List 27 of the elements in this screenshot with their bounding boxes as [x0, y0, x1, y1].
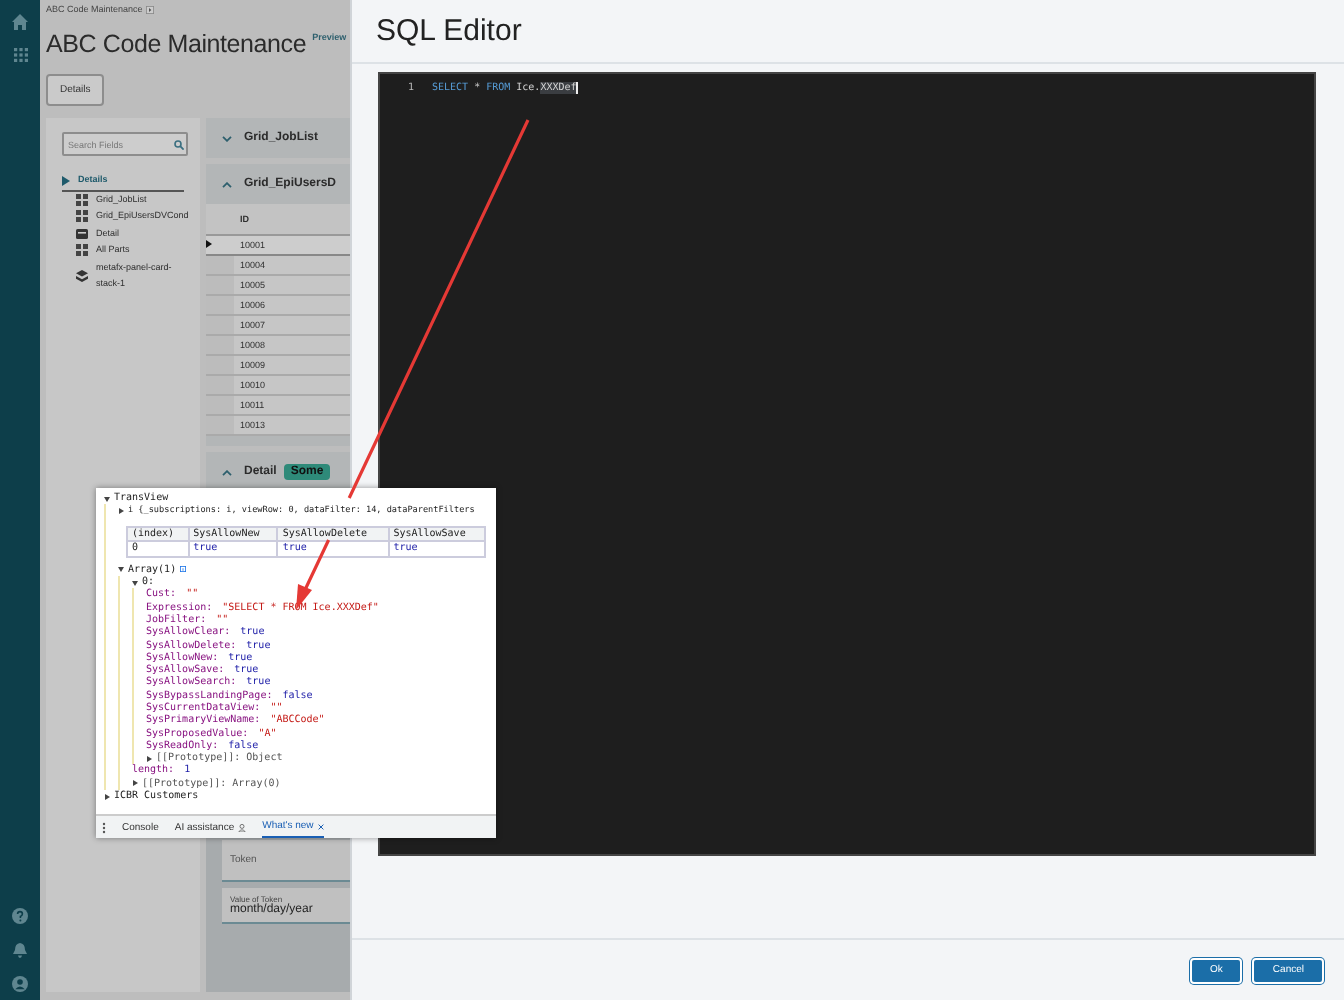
person-icon — [238, 823, 247, 831]
bell-icon[interactable] — [12, 942, 28, 958]
close-icon[interactable] — [317, 823, 324, 829]
grid-icon — [76, 193, 88, 206]
user-icon[interactable] — [12, 976, 28, 992]
collapsed-triangle-icon[interactable] — [118, 507, 124, 514]
expanded-triangle-icon[interactable] — [132, 579, 138, 586]
chevron-down-icon — [222, 135, 232, 141]
collapsed-triangle-icon[interactable] — [104, 793, 110, 800]
grid-icon — [76, 210, 88, 223]
row-pointer-icon — [206, 240, 212, 248]
home-icon[interactable] — [12, 14, 28, 30]
help-icon[interactable] — [12, 908, 28, 924]
page-title: ABC Code Maintenance — [46, 28, 307, 62]
collapsed-triangle-icon[interactable] — [146, 755, 152, 762]
grid-icon — [76, 244, 88, 257]
dialog-title: SQL Editor — [352, 0, 1344, 64]
expand-caret-icon — [62, 175, 70, 186]
stack-icon — [76, 270, 88, 282]
caret-icon[interactable] — [146, 5, 155, 13]
apps-grid-icon[interactable] — [13, 48, 27, 62]
chevron-up-icon — [222, 469, 232, 475]
collapsed-triangle-icon[interactable] — [132, 780, 138, 787]
expanded-triangle-icon[interactable] — [104, 495, 110, 502]
card-icon — [76, 227, 88, 240]
chevron-up-icon — [222, 181, 232, 187]
expanded-triangle-icon[interactable] — [118, 566, 124, 573]
